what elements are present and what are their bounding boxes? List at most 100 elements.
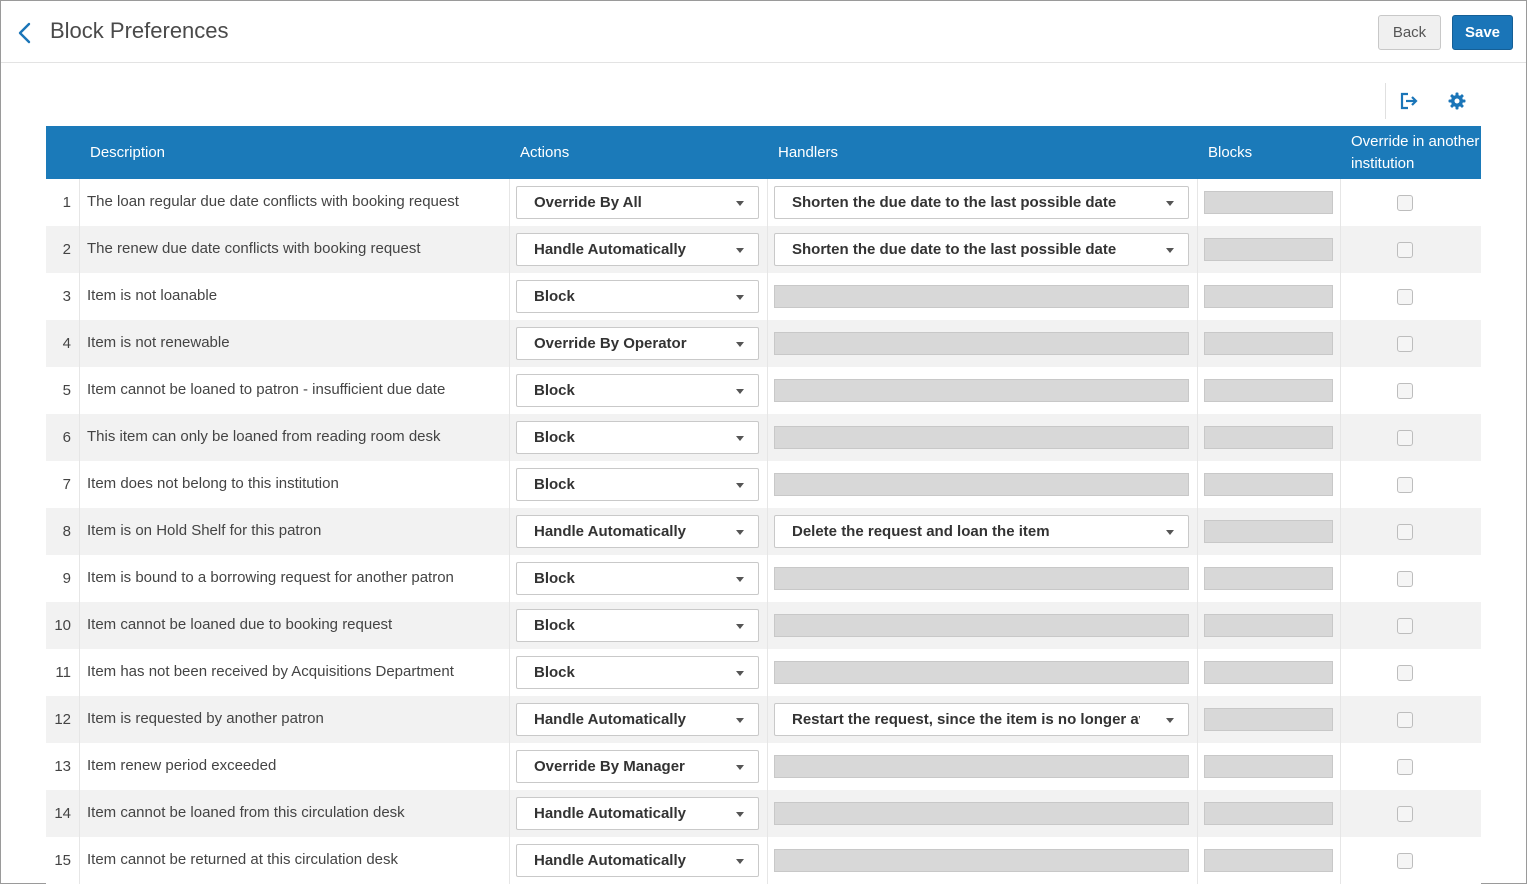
column-divider bbox=[1340, 179, 1341, 226]
handler-value: Delete the request and loan the item bbox=[792, 523, 1050, 540]
action-dropdown[interactable]: Handle Automatically bbox=[516, 703, 759, 736]
caret-down-icon bbox=[736, 812, 744, 817]
column-header-override[interactable]: Override in another institution bbox=[1351, 126, 1483, 179]
table-row: 4 Item is not renewable Override By Operat… bbox=[46, 320, 1481, 367]
handler-dropdown-disabled bbox=[774, 426, 1189, 449]
caret-down-icon bbox=[736, 436, 744, 441]
save-button[interactable]: Save bbox=[1452, 15, 1513, 50]
action-dropdown[interactable]: Block bbox=[516, 468, 759, 501]
handler-dropdown-disabled bbox=[774, 849, 1189, 872]
override-checkbox[interactable] bbox=[1397, 195, 1413, 211]
override-checkbox[interactable] bbox=[1397, 853, 1413, 869]
handler-dropdown[interactable]: Restart the request, since the item is n… bbox=[774, 703, 1189, 736]
handler-dropdown[interactable]: Delete the request and loan the item bbox=[774, 515, 1189, 548]
action-dropdown[interactable]: Handle Automatically bbox=[516, 797, 759, 830]
override-checkbox[interactable] bbox=[1397, 336, 1413, 352]
handler-dropdown[interactable]: Shorten the due date to the last possibl… bbox=[774, 233, 1189, 266]
caret-down-icon bbox=[1166, 718, 1174, 723]
column-divider bbox=[79, 790, 80, 837]
table-row: 1 The loan regular due date conflicts wit… bbox=[46, 179, 1481, 226]
handler-dropdown[interactable]: Shorten the due date to the last possibl… bbox=[774, 186, 1189, 219]
override-checkbox[interactable] bbox=[1397, 712, 1413, 728]
caret-down-icon bbox=[1166, 530, 1174, 535]
column-divider bbox=[79, 837, 80, 884]
row-number: 1 bbox=[62, 194, 71, 211]
table-row: 8 Item is on Hold Shelf for this patron Ha… bbox=[46, 508, 1481, 555]
action-dropdown[interactable]: Override By All bbox=[516, 186, 759, 219]
blocks-field-disabled bbox=[1204, 191, 1333, 214]
override-checkbox[interactable] bbox=[1397, 618, 1413, 634]
column-divider bbox=[509, 696, 510, 743]
blocks-field-disabled bbox=[1204, 379, 1333, 402]
column-divider bbox=[767, 602, 768, 649]
column-divider bbox=[79, 414, 80, 461]
column-header-handlers[interactable]: Handlers bbox=[778, 126, 838, 179]
column-divider bbox=[767, 179, 768, 226]
caret-down-icon bbox=[736, 295, 744, 300]
override-checkbox[interactable] bbox=[1397, 242, 1413, 258]
row-description: Item is not renewable bbox=[87, 334, 230, 351]
action-dropdown[interactable]: Handle Automatically bbox=[516, 844, 759, 877]
blocks-field-disabled bbox=[1204, 238, 1333, 261]
table-row: 12 Item is requested by another patron Han… bbox=[46, 696, 1481, 743]
column-divider bbox=[1340, 461, 1341, 508]
action-dropdown[interactable]: Handle Automatically bbox=[516, 515, 759, 548]
back-button[interactable]: Back bbox=[1378, 15, 1441, 50]
column-divider bbox=[1340, 743, 1341, 790]
caret-down-icon bbox=[736, 671, 744, 676]
action-dropdown[interactable]: Handle Automatically bbox=[516, 233, 759, 266]
column-divider bbox=[1340, 226, 1341, 273]
column-divider bbox=[767, 367, 768, 414]
action-dropdown[interactable]: Block bbox=[516, 280, 759, 313]
override-checkbox[interactable] bbox=[1397, 571, 1413, 587]
column-divider bbox=[79, 226, 80, 273]
column-divider bbox=[509, 461, 510, 508]
caret-down-icon bbox=[736, 624, 744, 629]
table-row: 2 The renew due date conflicts with booki… bbox=[46, 226, 1481, 273]
column-header-description[interactable]: Description bbox=[90, 126, 165, 179]
handler-dropdown-disabled bbox=[774, 755, 1189, 778]
export-icon[interactable] bbox=[1397, 90, 1419, 112]
column-divider bbox=[1340, 320, 1341, 367]
chevron-left-icon[interactable] bbox=[15, 21, 35, 45]
caret-down-icon bbox=[736, 342, 744, 347]
override-checkbox[interactable] bbox=[1397, 430, 1413, 446]
row-description: The loan regular due date conflicts with… bbox=[87, 193, 459, 210]
override-checkbox[interactable] bbox=[1397, 759, 1413, 775]
action-dropdown[interactable]: Block bbox=[516, 374, 759, 407]
column-divider bbox=[1197, 696, 1198, 743]
row-description: Item does not belong to this institution bbox=[87, 475, 339, 492]
override-checkbox[interactable] bbox=[1397, 524, 1413, 540]
column-header-blocks[interactable]: Blocks bbox=[1208, 126, 1252, 179]
column-header-actions[interactable]: Actions bbox=[520, 126, 569, 179]
column-divider bbox=[509, 226, 510, 273]
override-checkbox[interactable] bbox=[1397, 806, 1413, 822]
column-divider bbox=[509, 414, 510, 461]
column-divider bbox=[79, 273, 80, 320]
action-dropdown[interactable]: Block bbox=[516, 609, 759, 642]
blocks-field-disabled bbox=[1204, 661, 1333, 684]
action-dropdown[interactable]: Block bbox=[516, 562, 759, 595]
blocks-field-disabled bbox=[1204, 285, 1333, 308]
handler-dropdown-disabled bbox=[774, 614, 1189, 637]
column-divider bbox=[1197, 226, 1198, 273]
column-divider bbox=[1197, 320, 1198, 367]
caret-down-icon bbox=[736, 530, 744, 535]
action-dropdown[interactable]: Block bbox=[516, 656, 759, 689]
row-number: 14 bbox=[54, 805, 71, 822]
override-checkbox[interactable] bbox=[1397, 477, 1413, 493]
action-dropdown[interactable]: Override By Operator bbox=[516, 327, 759, 360]
override-checkbox[interactable] bbox=[1397, 383, 1413, 399]
column-divider bbox=[509, 602, 510, 649]
override-checkbox[interactable] bbox=[1397, 665, 1413, 681]
action-dropdown[interactable]: Block bbox=[516, 421, 759, 454]
action-dropdown[interactable]: Override By Manager bbox=[516, 750, 759, 783]
handler-dropdown-disabled bbox=[774, 661, 1189, 684]
override-checkbox[interactable] bbox=[1397, 289, 1413, 305]
column-divider bbox=[79, 743, 80, 790]
gear-icon[interactable] bbox=[1446, 90, 1468, 112]
column-divider bbox=[1340, 602, 1341, 649]
row-description: Item cannot be loaned from this circulat… bbox=[87, 804, 405, 821]
blocks-field-disabled bbox=[1204, 520, 1333, 543]
column-divider bbox=[767, 461, 768, 508]
